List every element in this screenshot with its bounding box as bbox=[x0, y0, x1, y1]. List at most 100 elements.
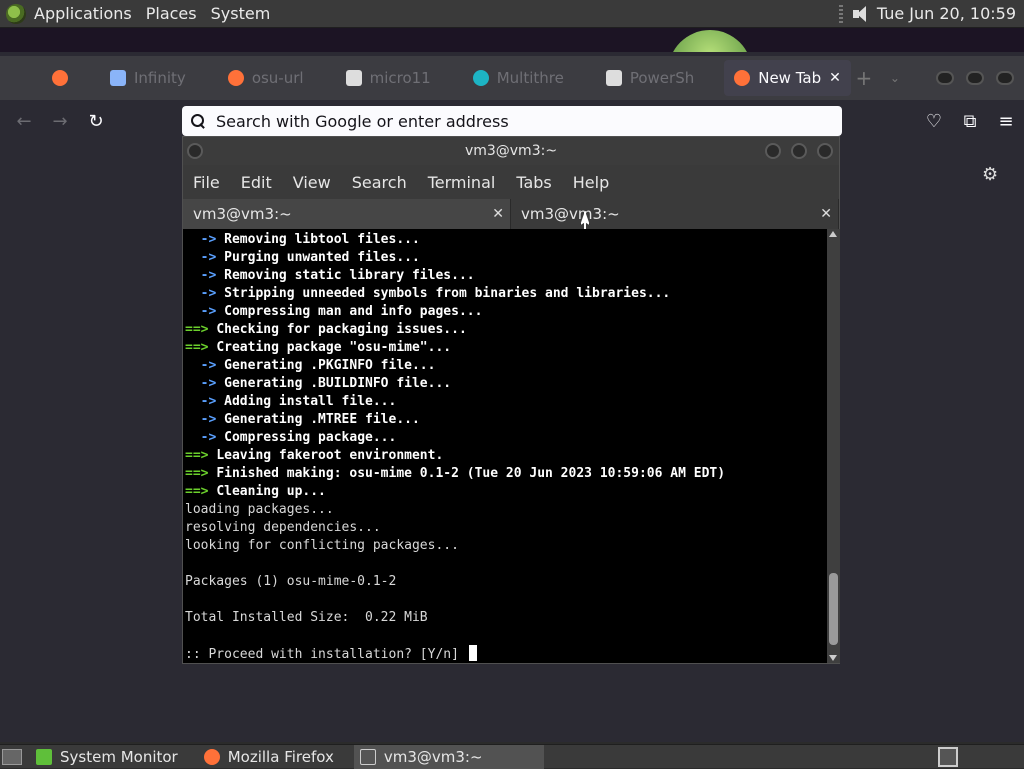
menu-applications[interactable]: Applications bbox=[34, 4, 132, 23]
terminal-line-text: Purging unwanted files... bbox=[224, 250, 420, 265]
scroll-up-icon[interactable] bbox=[829, 231, 837, 237]
terminal-tab[interactable]: vm3@vm3:~ ✕ bbox=[183, 199, 511, 229]
system-monitor-icon bbox=[36, 748, 52, 765]
close-tab-icon[interactable]: ✕ bbox=[820, 206, 832, 222]
firefox-tab[interactable]: PowerSh bbox=[596, 60, 704, 96]
terminal-tab-label: vm3@vm3:~ bbox=[521, 205, 620, 223]
terminal-tab-active[interactable]: vm3@vm3:~ ✕ bbox=[511, 199, 839, 229]
menu-help[interactable]: Help bbox=[573, 173, 609, 192]
panel-tray: Tue Jun 20, 10:59 bbox=[838, 4, 1016, 23]
firefox-icon bbox=[227, 70, 244, 86]
terminal-line: ==> Leaving fakeroot environment. bbox=[185, 447, 827, 465]
firefox-tab[interactable]: Infinity bbox=[100, 60, 196, 96]
terminal-line: -> Purging unwanted files... bbox=[185, 249, 827, 267]
url-placeholder: Search with Google or enter address bbox=[216, 111, 509, 131]
taskbar-item[interactable]: System Monitor bbox=[30, 745, 188, 769]
terminal-line: :: Proceed with installation? [Y/n] bbox=[185, 645, 827, 663]
taskbar-item-label: Mozilla Firefox bbox=[227, 747, 334, 766]
minimize-button[interactable] bbox=[765, 143, 781, 159]
list-all-tabs-button[interactable]: ⌄ bbox=[885, 71, 905, 85]
terminal-menubar: File Edit View Search Terminal Tabs Help bbox=[183, 165, 839, 199]
terminal-output[interactable]: -> Removing libtool files... -> Purging … bbox=[183, 229, 827, 663]
scrollbar-thumb[interactable] bbox=[829, 573, 838, 645]
terminal-line-text: Removing static library files... bbox=[224, 268, 475, 283]
terminal-line-text: Cleaning up... bbox=[216, 484, 326, 499]
bottom-panel: System Monitor Mozilla Firefox vm3@vm3:~ bbox=[0, 744, 1024, 769]
hamburger-menu-icon[interactable]: ≡ bbox=[988, 111, 1024, 132]
step-arrow: -> bbox=[185, 250, 225, 265]
maximize-button[interactable] bbox=[966, 71, 984, 85]
terminal-line: looking for conflicting packages... bbox=[185, 537, 827, 555]
taskbar-item-label: System Monitor bbox=[60, 747, 178, 766]
tab-label: micro11 bbox=[369, 69, 431, 87]
taskbar-item[interactable]: Mozilla Firefox bbox=[198, 745, 344, 769]
extensions-icon[interactable]: ⧉ bbox=[952, 111, 988, 132]
terminal-window: vm3@vm3:~ File Edit View Search Terminal… bbox=[182, 136, 840, 664]
firefox-tab[interactable]: micro11 bbox=[336, 60, 441, 96]
terminal-line: ==> Creating package "osu-mime"... bbox=[185, 339, 827, 357]
firefox-tab[interactable]: Multithre bbox=[463, 60, 574, 96]
firefox-tab-active[interactable]: New Tab ✕ bbox=[724, 60, 851, 96]
section-arrow: ==> bbox=[185, 466, 217, 481]
terminal-menu-button[interactable] bbox=[187, 143, 203, 159]
terminal-line: ==> Cleaning up... bbox=[185, 483, 827, 501]
volume-icon[interactable] bbox=[851, 5, 869, 23]
terminal-line-text: Checking for packaging issues... bbox=[216, 322, 467, 337]
terminal-line-text: resolving dependencies... bbox=[185, 520, 381, 535]
minimize-button[interactable] bbox=[936, 71, 954, 85]
menu-view[interactable]: View bbox=[293, 173, 331, 192]
terminal-line: -> Compressing man and info pages... bbox=[185, 303, 827, 321]
distro-logo-icon[interactable] bbox=[6, 3, 26, 24]
menu-tabs[interactable]: Tabs bbox=[516, 173, 551, 192]
close-tab-icon[interactable]: ✕ bbox=[492, 206, 504, 222]
window-controls bbox=[930, 71, 1020, 85]
terminal-line: ==> Checking for packaging issues... bbox=[185, 321, 827, 339]
firefox-tab-pinned[interactable] bbox=[0, 60, 86, 96]
terminal-line-text: Leaving fakeroot environment. bbox=[216, 448, 444, 463]
clock[interactable]: Tue Jun 20, 10:59 bbox=[877, 4, 1016, 23]
close-window-button[interactable] bbox=[996, 71, 1014, 85]
terminal-line-text: Adding install file... bbox=[224, 394, 397, 409]
close-tab-icon[interactable]: ✕ bbox=[829, 70, 841, 86]
url-bar[interactable]: Search with Google or enter address bbox=[182, 106, 842, 136]
show-desktop-icon[interactable] bbox=[2, 748, 22, 765]
gear-icon[interactable]: ⚙ bbox=[982, 164, 998, 185]
terminal-line: -> Removing libtool files... bbox=[185, 231, 827, 249]
step-arrow: -> bbox=[185, 376, 225, 391]
terminal-line-text: Finished making: osu-mime 0.1-2 (Tue 20 … bbox=[216, 466, 726, 481]
menu-search[interactable]: Search bbox=[352, 173, 407, 192]
terminal-line-text: Packages (1) osu-mime-0.1-2 bbox=[185, 574, 397, 589]
terminal-line-text: Total Installed Size: 0.22 MiB bbox=[185, 610, 428, 625]
terminal-line: -> Compressing package... bbox=[185, 429, 827, 447]
tab-label: PowerSh bbox=[629, 69, 695, 87]
workspace-switcher[interactable] bbox=[938, 746, 958, 767]
taskbar-item-label: vm3@vm3:~ bbox=[383, 747, 483, 766]
pocket-icon[interactable]: ♡ bbox=[916, 111, 952, 132]
step-arrow: -> bbox=[185, 394, 225, 409]
taskbar-item-active[interactable]: vm3@vm3:~ bbox=[353, 744, 544, 769]
maximize-button[interactable] bbox=[791, 143, 807, 159]
tab-label: osu-url bbox=[251, 69, 304, 87]
menu-system[interactable]: System bbox=[211, 4, 271, 23]
section-arrow: ==> bbox=[185, 340, 217, 355]
tab-label: New Tab bbox=[758, 69, 822, 87]
menu-places[interactable]: Places bbox=[146, 4, 197, 23]
back-button[interactable]: ← bbox=[6, 111, 42, 132]
terminal-line-text: Generating .BUILDINFO file... bbox=[224, 376, 452, 391]
forward-button[interactable]: → bbox=[42, 111, 78, 132]
terminal-line: -> Adding install file... bbox=[185, 393, 827, 411]
terminal-scrollbar[interactable] bbox=[827, 229, 840, 663]
terminal-line-text: Creating package "osu-mime"... bbox=[216, 340, 452, 355]
menu-terminal[interactable]: Terminal bbox=[428, 173, 496, 192]
step-arrow: -> bbox=[185, 232, 225, 247]
close-window-button[interactable] bbox=[817, 143, 833, 159]
menu-file[interactable]: File bbox=[193, 173, 220, 192]
scroll-down-icon[interactable] bbox=[829, 655, 837, 661]
terminal-icon bbox=[359, 748, 376, 765]
firefox-tab[interactable]: osu-url bbox=[218, 60, 314, 96]
new-tab-button[interactable]: + bbox=[851, 66, 877, 90]
menu-edit[interactable]: Edit bbox=[241, 173, 272, 192]
reload-button[interactable]: ↻ bbox=[78, 111, 114, 132]
terminal-titlebar[interactable]: vm3@vm3:~ bbox=[183, 137, 839, 165]
